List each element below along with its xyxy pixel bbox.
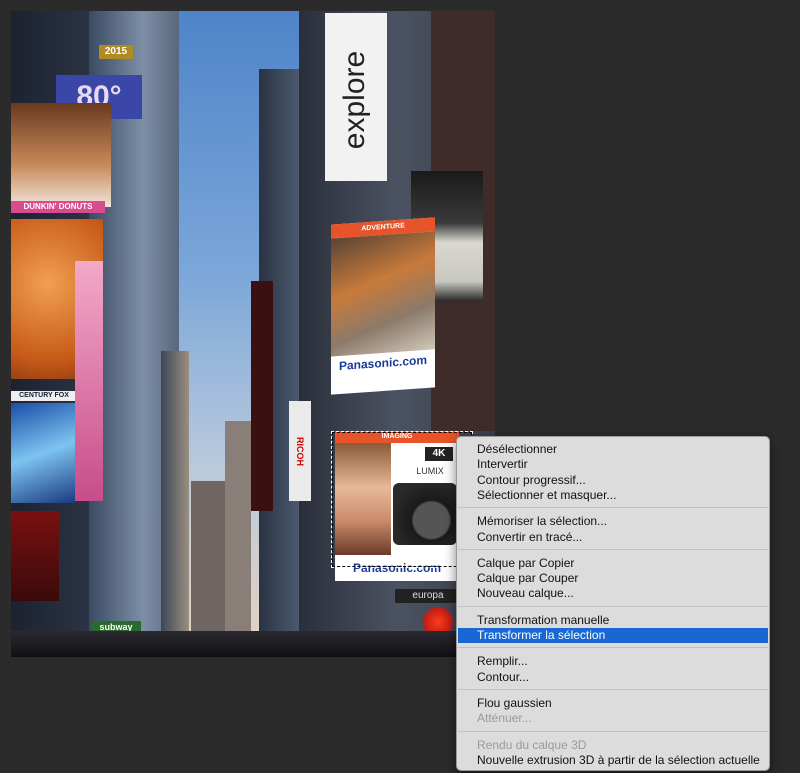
panasonic-adventure-billboard: ADVENTURE Panasonic.com (331, 217, 435, 395)
coffee-billboard (11, 103, 111, 207)
menu-item-calque-par-copier[interactable]: Calque par Copier (458, 556, 768, 571)
menu-item-contour-progressif[interactable]: Contour progressif... (458, 473, 768, 488)
menu-item-intervertir[interactable]: Intervertir (458, 457, 768, 472)
menu-item-flou-gaussien[interactable]: Flou gaussien (458, 696, 768, 711)
street-level (11, 631, 495, 657)
menu-separator (458, 507, 768, 509)
explore-text: explore (338, 50, 371, 150)
menu-item-remplir[interactable]: Remplir... (458, 654, 768, 669)
menu-item-convertir-en-trace[interactable]: Convertir en tracé... (458, 530, 768, 545)
lower-left-sign (11, 511, 59, 601)
menu-separator (458, 548, 768, 550)
distant-building-2 (225, 421, 251, 657)
document-image[interactable]: 2015 80° DUNKIN' DONUTS CENTURY FOX subw… (11, 11, 495, 657)
year-sign: 2015 (99, 45, 133, 59)
menu-item-memoriser-la-selection[interactable]: Mémoriser la sélection... (458, 514, 768, 529)
camera-photo (331, 231, 435, 357)
menu-item-attenuer: Atténuer... (477, 711, 532, 726)
panasonic-imaging-billboard: IMAGING 4K LUMIX Panasonic.com (335, 431, 459, 581)
imaging-label: IMAGING (335, 431, 459, 443)
menu-item-nouvelle-extrusion-3d-a-partir-de-la-selection-actuelle[interactable]: Nouvelle extrusion 3D à partir de la sél… (458, 753, 768, 768)
menu-separator (458, 647, 768, 649)
lumix-4k-badge: 4K (425, 447, 453, 461)
menu-item-transformer-la-selection[interactable]: Transformer la sélection (458, 628, 768, 643)
menu-item-contour[interactable]: Contour... (458, 670, 768, 685)
menu-item-deselectionner[interactable]: Désélectionner (458, 442, 768, 457)
ricoh-sign: RICOH (289, 401, 311, 501)
camera-product (393, 483, 457, 545)
lumix-label: LUMIX (416, 466, 444, 476)
left-glass-tower-edge (161, 351, 189, 657)
menu-separator (458, 688, 768, 690)
menu-item-nouveau-calque[interactable]: Nouveau calque... (458, 586, 768, 601)
menu-item-calque-par-couper[interactable]: Calque par Couper (458, 571, 768, 586)
vertical-sign (251, 281, 273, 511)
menu-item-selectionner-et-masquer[interactable]: Sélectionner et masquer... (458, 488, 768, 503)
panasonic-logo-bottom: Panasonic.com (335, 559, 459, 577)
blue-billboard (11, 403, 75, 503)
menu-item-rendu-du-calque-3d: Rendu du calque 3D (477, 737, 587, 752)
fox-sign: CENTURY FOX (11, 391, 77, 401)
pink-vertical-billboard (75, 261, 103, 501)
donuts-sign: DUNKIN' DONUTS (11, 201, 105, 213)
menu-separator (458, 730, 768, 732)
menu-separator (458, 605, 768, 607)
europa-sign: europa (395, 589, 461, 603)
menu-item-transformation-manuelle[interactable]: Transformation manuelle (458, 613, 768, 628)
context-menu[interactable]: Désélectionner Intervertir Contour progres… (456, 436, 770, 771)
model-photo (335, 443, 391, 555)
explore-billboard: explore (325, 13, 387, 181)
